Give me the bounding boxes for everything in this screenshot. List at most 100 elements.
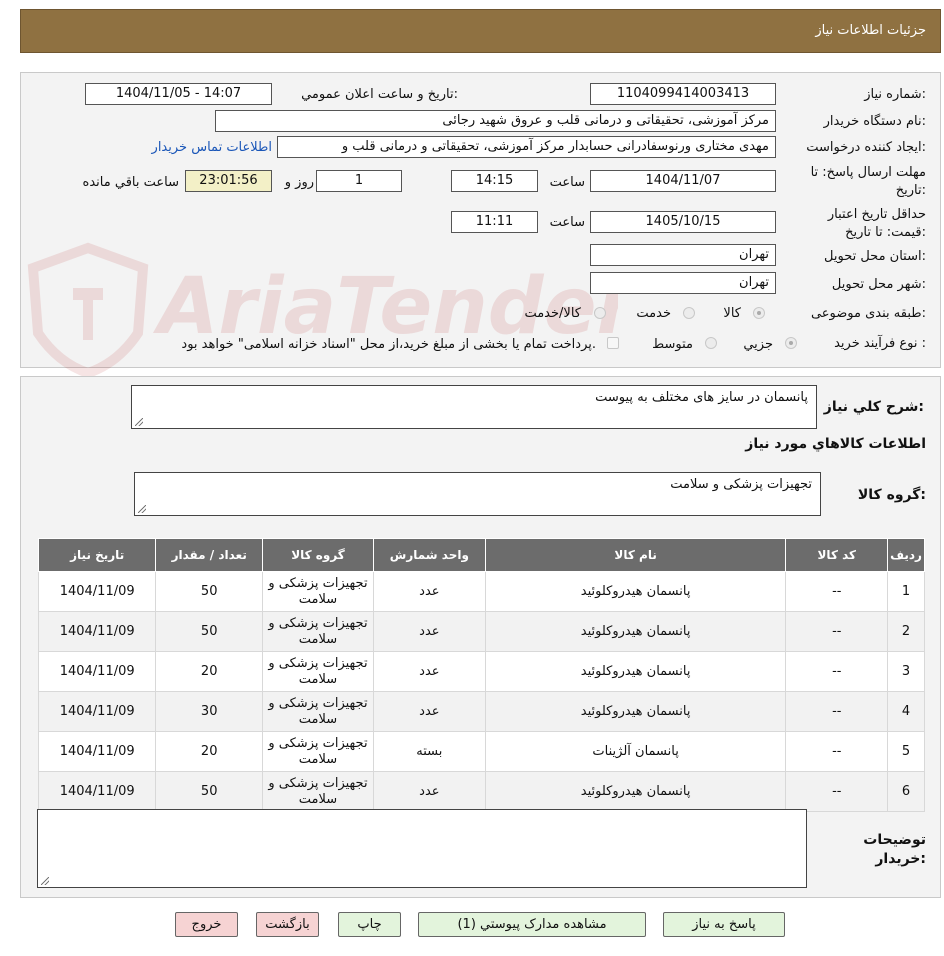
goods-table: رديف کد کالا نام کالا واحد شمارش گروه کا… [37, 538, 925, 812]
view-attachments-button[interactable]: مشاهده مدارک پيوستي (1) [418, 912, 646, 937]
cell-need-date: 1404/11/09 [37, 651, 157, 692]
cell-need-date: 1404/11/09 [37, 771, 157, 812]
requester-field[interactable]: مهدی مختاری ورنوسفادرانی حسابدار مرکز آم… [277, 136, 776, 158]
table-row: 2 -- پانسمان هیدروکلوئید عدد تجهیزات پزشکی و… [37, 611, 925, 652]
resize-grip-icon[interactable] [138, 505, 146, 513]
remaining-label: ساعت باقي مانده [82, 175, 179, 190]
resize-grip-icon[interactable] [41, 877, 49, 885]
announce-datetime-field[interactable]: 1404/11/05 - 14:07 [85, 83, 272, 105]
cell-need-date: 1404/11/09 [37, 611, 157, 652]
cell-unit: عدد [372, 651, 486, 692]
buyer-notes-textarea[interactable] [37, 809, 807, 888]
cell-row-number: 3 [887, 651, 925, 692]
cell-unit: عدد [372, 571, 486, 612]
validity-label-line1: حداقل تاريخ اعتبار [827, 207, 926, 222]
deadline-time-field[interactable]: 14:15 [451, 170, 538, 192]
remaining-time-field: 23:01:56 [185, 170, 272, 192]
category-option-goods-service: کالا/خدمت [524, 306, 581, 321]
category-radio-goods[interactable] [753, 307, 765, 319]
need-number-label: شماره نياز: [864, 87, 926, 102]
days-label: روز و [284, 175, 314, 190]
validity-time-label: ساعت [549, 215, 585, 230]
cell-goods-code: -- [785, 771, 889, 812]
cell-goods-name: پانسمان هیدروکلوئید [484, 651, 787, 692]
validity-time-field[interactable]: 11:11 [451, 211, 538, 233]
back-button[interactable]: بازگشت [256, 912, 319, 937]
cell-goods-group: تجهیزات پزشکی و سلامت [262, 571, 374, 612]
cell-unit: بسته [372, 731, 486, 772]
table-row: 1 -- پانسمان هیدروکلوئید عدد تجهیزات پزشکی و… [37, 571, 925, 612]
cell-unit: عدد [372, 771, 486, 812]
exit-button[interactable]: خروج [175, 912, 238, 937]
cell-goods-name: پانسمان آلژینات [484, 731, 787, 772]
cell-quantity: 20 [155, 651, 264, 692]
cell-quantity: 50 [155, 611, 264, 652]
deadline-label-line2: تاريخ: [895, 183, 926, 198]
table-row: 5 -- پانسمان آلژینات بسته تجهیزات پزشکی و سل… [37, 731, 925, 772]
cell-goods-code: -- [785, 651, 889, 692]
cell-goods-group: تجهیزات پزشکی و سلامت [262, 731, 374, 772]
reply-button[interactable]: پاسخ به نياز [663, 912, 785, 937]
category-label: طبقه بندی موضوعی: [810, 306, 926, 321]
goods-group-label: گروه کالا: [857, 487, 926, 503]
city-field[interactable]: تهران [590, 272, 776, 294]
cell-row-number: 5 [887, 731, 925, 772]
table-row: 6 -- پانسمان هیدروکلوئید عدد تجهیزات پزشکی و… [37, 771, 925, 812]
process-option-medium: متوسط [652, 337, 693, 352]
cell-need-date: 1404/11/09 [37, 731, 157, 772]
validity-date-field[interactable]: 1405/10/15 [590, 211, 776, 233]
table-row: 4 -- پانسمان هیدروکلوئید عدد تجهیزات پزشکی و… [37, 691, 925, 732]
process-radio-medium[interactable] [705, 337, 717, 349]
days-field[interactable]: 1 [316, 170, 402, 192]
cell-goods-group: تجهیزات پزشکی و سلامت [262, 691, 374, 732]
buyer-name-field[interactable]: مرکز آموزشی، تحقیقاتی و درمانی قلب و عرو… [215, 110, 776, 132]
process-label: نوع فرآيند خريد : [834, 336, 926, 351]
page-header: جزئيات اطلاعات نياز [20, 9, 941, 53]
category-option-service: خدمت [636, 306, 671, 321]
category-radio-goods-service[interactable] [594, 307, 606, 319]
cell-row-number: 1 [887, 571, 925, 612]
cell-goods-name: پانسمان هیدروکلوئید [484, 571, 787, 612]
resize-grip-icon[interactable] [135, 418, 143, 426]
col-header-unit: واحد شمارش [372, 538, 486, 572]
col-header-goods-name: نام کالا [484, 538, 787, 572]
cell-goods-code: -- [785, 731, 889, 772]
city-label: شهر محل تحويل: [831, 277, 926, 292]
process-radio-minor[interactable] [785, 337, 797, 349]
col-header-quantity: تعداد / مقدار [155, 538, 264, 572]
province-label: استان محل تحويل: [824, 249, 926, 264]
cell-quantity: 20 [155, 731, 264, 772]
need-number-field[interactable]: 1104099414003413 [590, 83, 776, 105]
category-radio-service[interactable] [683, 307, 695, 319]
col-header-need-date: تاريخ نياز [37, 538, 157, 572]
summary-text: پانسمان در سایز های مختلف به پیوست [595, 390, 808, 405]
goods-group-textarea[interactable]: تجهیزات پزشکی و سلامت [134, 472, 821, 516]
cell-goods-name: پانسمان هیدروکلوئید [484, 691, 787, 732]
goods-table-header: رديف کد کالا نام کالا واحد شمارش گروه کا… [37, 538, 925, 572]
summary-label: شرح کلي نياز: [823, 399, 924, 415]
col-header-goods-group: گروه کالا [262, 538, 374, 572]
cell-row-number: 4 [887, 691, 925, 732]
cell-row-number: 2 [887, 611, 925, 652]
cell-goods-group: تجهیزات پزشکی و سلامت [262, 771, 374, 812]
cell-goods-name: پانسمان هیدروکلوئید [484, 611, 787, 652]
cell-need-date: 1404/11/09 [37, 571, 157, 612]
cell-goods-group: تجهیزات پزشکی و سلامت [262, 611, 374, 652]
cell-row-number: 6 [887, 771, 925, 812]
cell-goods-code: -- [785, 571, 889, 612]
cell-unit: عدد [372, 611, 486, 652]
requester-label: ايجاد کننده درخواست: [806, 140, 926, 155]
buyer-contact-link[interactable]: اطلاعات تماس خريدار [152, 140, 272, 155]
summary-textarea[interactable]: پانسمان در سایز های مختلف به پیوست [131, 385, 817, 429]
buyer-label: نام دستگاه خريدار: [823, 114, 926, 129]
deadline-time-label: ساعت [549, 175, 585, 190]
page-title: جزئيات اطلاعات نياز [815, 23, 926, 38]
treasury-payment-checkbox[interactable] [607, 337, 619, 349]
province-field[interactable]: تهران [590, 244, 776, 266]
process-option-minor: جزيي [743, 337, 773, 352]
cell-quantity: 50 [155, 771, 264, 812]
cell-quantity: 30 [155, 691, 264, 732]
print-button[interactable]: چاپ [338, 912, 401, 937]
deadline-date-field[interactable]: 1404/11/07 [590, 170, 776, 192]
cell-unit: عدد [372, 691, 486, 732]
